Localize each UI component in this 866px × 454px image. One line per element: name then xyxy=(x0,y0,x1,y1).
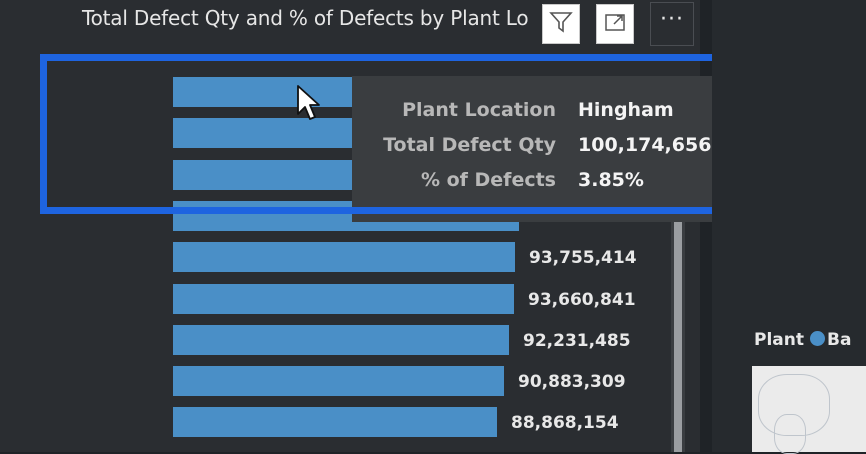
map-legend: Plant Ba xyxy=(754,330,851,350)
data-label: 88,868,154 xyxy=(511,413,619,433)
map-boundary xyxy=(774,414,806,454)
mouse-cursor-icon xyxy=(297,85,320,120)
more-options-button[interactable]: ··· xyxy=(650,2,694,46)
focus-mode-button[interactable] xyxy=(596,4,634,44)
map-area[interactable] xyxy=(752,366,866,454)
data-label: 93,660,841 xyxy=(528,290,636,310)
visual-title: Total Defect Qty and % of Defects by Pla… xyxy=(82,6,529,30)
scrollbar-thumb[interactable] xyxy=(674,220,682,452)
more-options-icon: ··· xyxy=(660,7,684,32)
highlight-annotation-box xyxy=(40,54,728,214)
filter-icon xyxy=(548,9,574,39)
legend-marker-icon xyxy=(810,330,825,346)
data-label: 90,883,309 xyxy=(518,372,626,392)
filter-button[interactable] xyxy=(542,4,580,44)
bar-riverside[interactable] xyxy=(173,242,515,272)
bar-chesaning[interactable] xyxy=(173,407,497,437)
data-label: 93,755,414 xyxy=(529,248,637,268)
bar-climax[interactable] xyxy=(173,325,509,355)
legend-title: Plant xyxy=(754,330,804,350)
focus-mode-icon xyxy=(602,9,628,39)
data-label: 92,231,485 xyxy=(523,331,631,351)
bar-jordan-valley[interactable] xyxy=(173,284,514,314)
bar-barling[interactable] xyxy=(173,366,504,396)
legend-item-label: Ba xyxy=(827,330,852,350)
